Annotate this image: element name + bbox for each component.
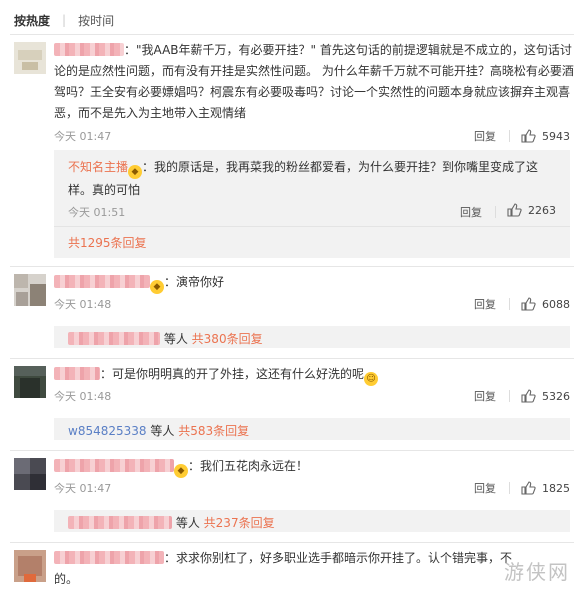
replier-name[interactable]: w854825338 xyxy=(68,424,147,438)
divider xyxy=(10,450,574,451)
thumbs-up-icon xyxy=(521,481,536,495)
thumbs-up-icon xyxy=(521,129,536,143)
like-count: 2263 xyxy=(528,203,556,217)
username-blurred[interactable] xyxy=(54,551,164,564)
more-replies-link[interactable]: 共1295条回复 xyxy=(68,234,147,251)
divider xyxy=(10,266,574,267)
thumbs-up-icon xyxy=(507,203,522,217)
avatar[interactable] xyxy=(14,42,46,74)
sub-reply-text: 不知名主播 ◆ ：我的原话是，我再菜我的粉丝都爱看，为什么要开挂？到你嘴里变成了这 … xyxy=(68,160,539,197)
badge-icon: ◆ xyxy=(174,464,188,478)
avatar[interactable] xyxy=(14,458,46,490)
comment-time: 今天 01:47 xyxy=(54,130,112,143)
replies-summary[interactable]: w854825338 等人 共583条回复 xyxy=(54,418,570,440)
like-count: 5943 xyxy=(542,129,570,143)
tab-sort-time[interactable]: 按时间 xyxy=(78,12,114,29)
username-blurred[interactable] xyxy=(68,332,160,345)
sub-reply-box: 不知名主播 ◆ ：我的原话是，我再菜我的粉丝都爱看，为什么要开挂？到你嘴里变成了这 … xyxy=(54,150,570,258)
divider xyxy=(509,298,510,310)
avatar[interactable] xyxy=(14,550,46,582)
username-blurred[interactable] xyxy=(54,367,100,380)
username-blurred[interactable] xyxy=(54,43,124,56)
username-blurred[interactable] xyxy=(54,459,174,472)
watermark: 游侠网 xyxy=(504,560,570,584)
like-button[interactable]: 1825 xyxy=(520,480,570,496)
badge-icon: ◆ xyxy=(150,280,164,294)
divider xyxy=(10,358,574,359)
username-blurred[interactable] xyxy=(68,516,172,529)
divider xyxy=(509,482,510,494)
sub-reply-time: 今天 01:51 xyxy=(68,206,126,219)
comment-text: ◆ ：我们五花肉永远在！ xyxy=(54,456,574,478)
comment-time: 今天 01:48 xyxy=(54,298,112,311)
divider xyxy=(509,390,510,402)
reply-button[interactable]: 回复 xyxy=(460,204,482,220)
avatar[interactable] xyxy=(14,366,46,398)
like-count: 5326 xyxy=(542,389,570,403)
more-replies-link[interactable]: 共583条回复 xyxy=(178,424,249,438)
replies-summary[interactable]: 等人 共380条回复 xyxy=(54,326,570,348)
comment-meta: 今天 01:48 回复 5326 xyxy=(54,388,570,406)
sort-tabs: 按热度 | 按时间 xyxy=(14,10,114,30)
like-count: 6088 xyxy=(542,297,570,311)
comment-text: ：求求你别杠了，好多职业选手都暗示你开挂了。认个错完事，不 的。 xyxy=(54,551,513,586)
comment-text: ：可是你明明真的开了外挂，这还有什么好洗的呢 ☺ xyxy=(54,364,574,386)
divider xyxy=(10,542,574,543)
reply-button[interactable]: 回复 xyxy=(474,388,496,404)
reply-button[interactable]: 回复 xyxy=(474,296,496,312)
comment-text: ◆ ：演帝你好 xyxy=(54,272,574,294)
more-replies-link[interactable]: 共237条回复 xyxy=(204,516,275,530)
like-button[interactable]: 6088 xyxy=(520,296,570,312)
comment-meta: 今天 01:48 回复 6088 xyxy=(54,296,570,314)
thumbs-up-icon xyxy=(521,389,536,403)
comment-time: 今天 01:48 xyxy=(54,390,112,403)
like-button[interactable]: 2263 xyxy=(506,202,556,218)
divider xyxy=(495,206,496,218)
like-button[interactable]: 5326 xyxy=(520,388,570,404)
sub-reply-author[interactable]: 不知名主播 xyxy=(68,160,128,174)
like-count: 1825 xyxy=(542,481,570,495)
comment-time: 今天 01:47 xyxy=(54,482,112,495)
more-replies-link[interactable]: 共380条回复 xyxy=(192,332,263,346)
like-button[interactable]: 5943 xyxy=(520,128,570,144)
divider xyxy=(10,34,574,35)
thumbs-up-icon xyxy=(521,297,536,311)
tab-sort-hot[interactable]: 按热度 xyxy=(14,12,50,29)
comment-meta: 今天 01:47 回复 5943 xyxy=(54,128,570,146)
username-blurred[interactable] xyxy=(54,275,150,288)
avatar[interactable] xyxy=(14,274,46,306)
replies-summary[interactable]: 等人 共237条回复 xyxy=(54,510,570,532)
comment-meta: 今天 01:47 回复 1825 xyxy=(54,480,570,498)
comment-text: ："我AAB年薪千万，有必要开挂？" 首先这句话的前提逻辑就是不成立的，这句话讨… xyxy=(54,43,574,120)
reply-button[interactable]: 回复 xyxy=(474,480,496,496)
laughing-face-icon: ☺ xyxy=(364,372,379,386)
badge-icon: ◆ xyxy=(128,165,143,179)
divider xyxy=(54,226,570,227)
divider xyxy=(509,130,510,142)
reply-button[interactable]: 回复 xyxy=(474,128,496,144)
tab-separator: | xyxy=(62,13,67,27)
